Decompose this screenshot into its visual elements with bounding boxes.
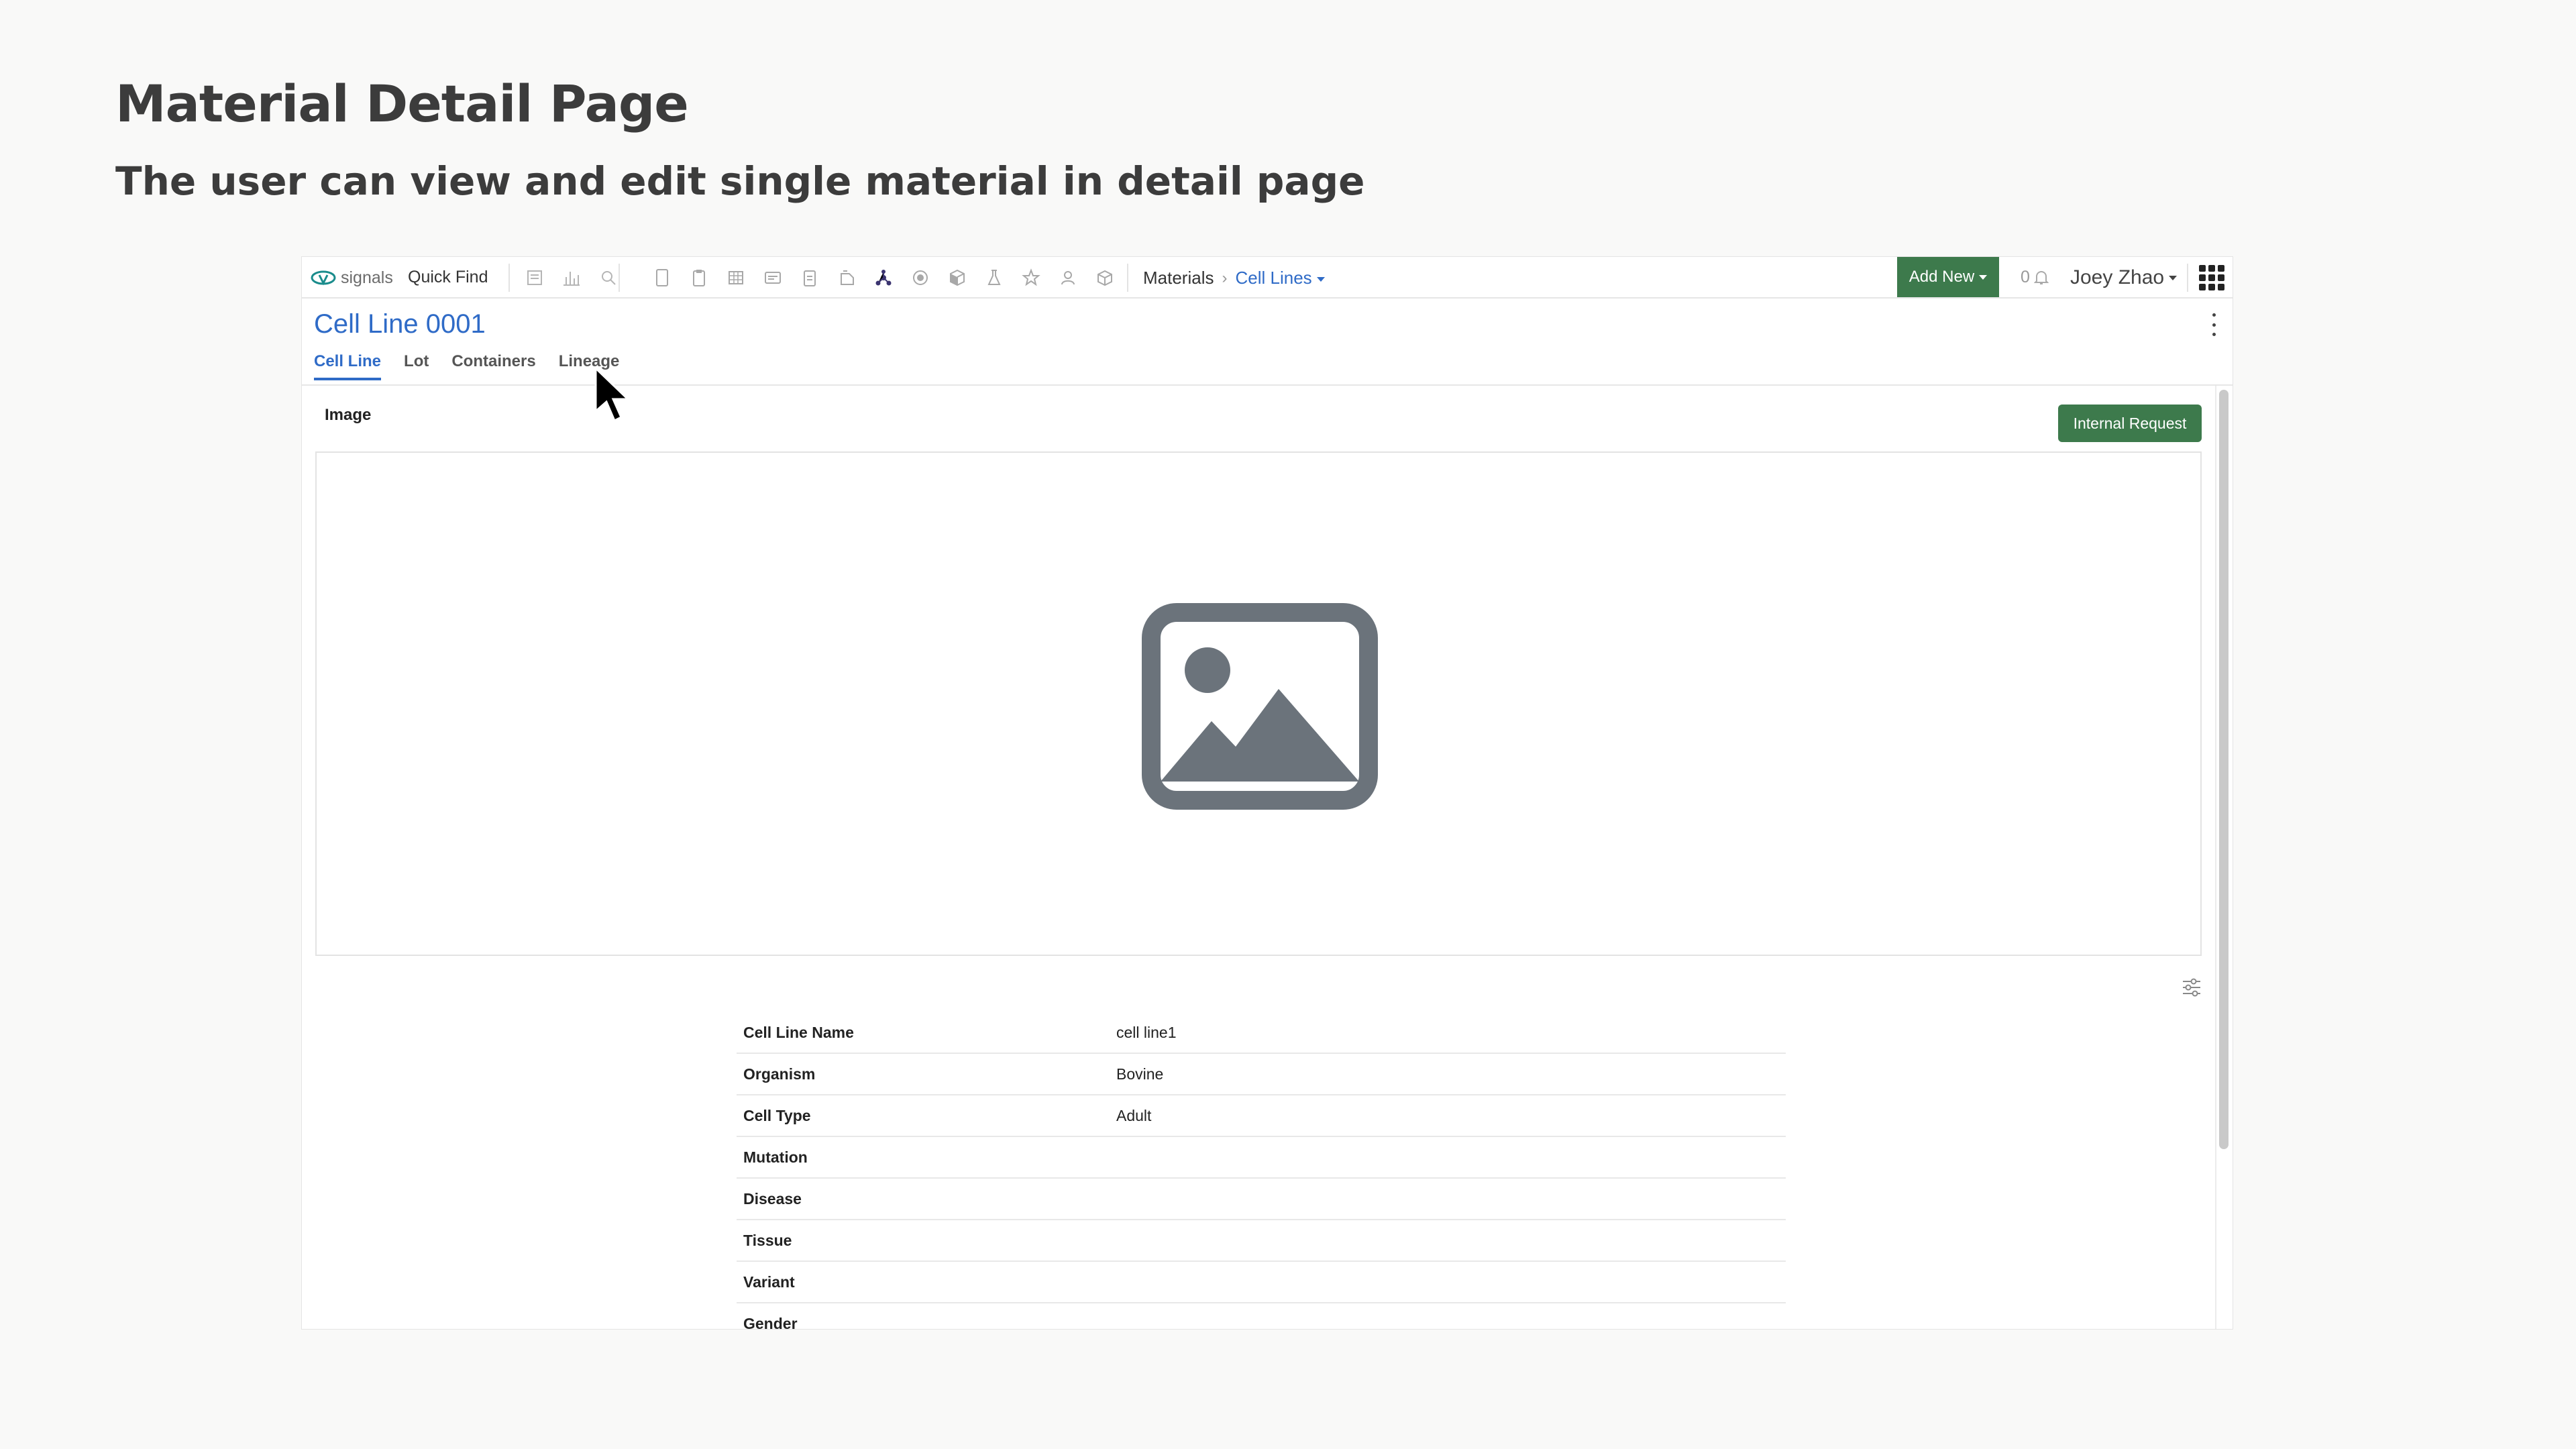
settings-sliders-icon[interactable] [2180,976,2203,999]
internal-request-button[interactable]: Internal Request [2058,405,2202,442]
breadcrumb: Materials › Cell Lines [1143,268,1325,288]
property-label: Organism [743,1065,816,1083]
box-icon[interactable] [1093,266,1116,289]
quick-find-link[interactable]: Quick Find [408,268,488,287]
properties-table: Cell Line Name cell line1 Organism Bovine … [737,1012,1786,1330]
breadcrumb-materials[interactable]: Materials [1143,268,1214,288]
notebook-icon[interactable] [523,266,546,289]
signals-logo[interactable]: signals [310,266,393,289]
logo-text: signals [341,268,393,287]
property-row: Cell Line Name cell line1 [737,1012,1786,1054]
nav-icon-bar [523,266,634,289]
clipboard-icon[interactable] [688,266,710,289]
scrollbar-thumb[interactable] [2219,390,2229,1149]
nav-divider [619,264,620,292]
grid-icon[interactable] [724,266,747,289]
property-label: Disease [743,1189,802,1208]
app-screenshot: signals Quick Find Materials › Cell Line… [301,256,2233,1330]
user-name: Joey Zhao [2070,266,2165,288]
image-area[interactable] [315,451,2202,956]
beaker-icon[interactable] [983,266,1006,289]
chevron-down-icon [2169,275,2178,280]
nav-icon-bar-2 [651,266,1130,289]
star-icon[interactable] [1020,266,1042,289]
user-menu[interactable]: Joey Zhao [2070,266,2178,289]
nav-divider [508,264,510,292]
property-row: Mutation [737,1137,1786,1179]
property-label: Variant [743,1273,795,1291]
property-label: Tissue [743,1231,792,1249]
tab-lot[interactable]: Lot [404,352,429,380]
property-row: Disease [737,1179,1786,1220]
flask-icon[interactable] [835,266,858,289]
property-value[interactable]: Adult [1116,1107,1151,1125]
add-new-label: Add New [1909,268,1975,286]
chevron-down-icon [1316,276,1325,282]
breadcrumb-cell-lines[interactable]: Cell Lines [1235,268,1325,288]
tab-cell-line[interactable]: Cell Line [314,352,382,380]
cube-icon[interactable] [946,266,969,289]
property-label: Gender [743,1314,798,1330]
image-section-label: Image [325,406,372,424]
notification-count: 0 [2021,268,2030,286]
nav-divider [2187,264,2188,292]
property-value[interactable]: cell line1 [1116,1024,1177,1042]
more-options-icon[interactable] [2207,313,2220,336]
chart-icon[interactable] [560,266,583,289]
user-group-icon[interactable] [1057,266,1079,289]
app-launcher-icon[interactable] [2199,265,2224,290]
molecule-icon[interactable] [872,266,895,289]
property-row: Organism Bovine [737,1054,1786,1095]
tab-containers[interactable]: Containers [451,352,535,380]
chevron-right-icon: › [1222,268,1228,287]
document-icon[interactable] [651,266,674,289]
mouse-cursor-icon [594,367,631,423]
tabs-divider [302,384,2233,386]
add-new-button[interactable]: Add New [1897,257,1999,297]
scrollbar-track [2215,386,2216,1329]
property-row: Cell Type Adult [737,1095,1786,1137]
property-label: Cell Line Name [743,1023,854,1041]
page-title: Cell Line 0001 [314,309,486,339]
slide-subtitle: The user can view and edit single materi… [115,158,1365,204]
image-placeholder-icon [1142,603,1378,810]
property-label: Cell Type [743,1106,811,1124]
breadcrumb-cell-lines-label: Cell Lines [1235,268,1312,288]
top-navigation: signals Quick Find Materials › Cell Line… [302,257,2233,299]
target-icon[interactable] [909,266,932,289]
property-row: Tissue [737,1220,1786,1262]
chevron-down-icon [1979,274,1988,280]
notifications[interactable]: 0 [2021,268,2049,287]
inbox-icon[interactable] [761,266,784,289]
bell-icon [2033,270,2049,284]
search-icon[interactable] [597,266,620,289]
nav-divider [1127,264,1128,292]
report-icon[interactable] [798,266,821,289]
slide-title: Material Detail Page [115,74,689,133]
property-value[interactable]: Bovine [1116,1065,1163,1083]
property-row: Gender [737,1303,1786,1330]
property-label: Mutation [743,1148,808,1166]
property-row: Variant [737,1262,1786,1303]
signals-logo-icon [311,270,336,286]
